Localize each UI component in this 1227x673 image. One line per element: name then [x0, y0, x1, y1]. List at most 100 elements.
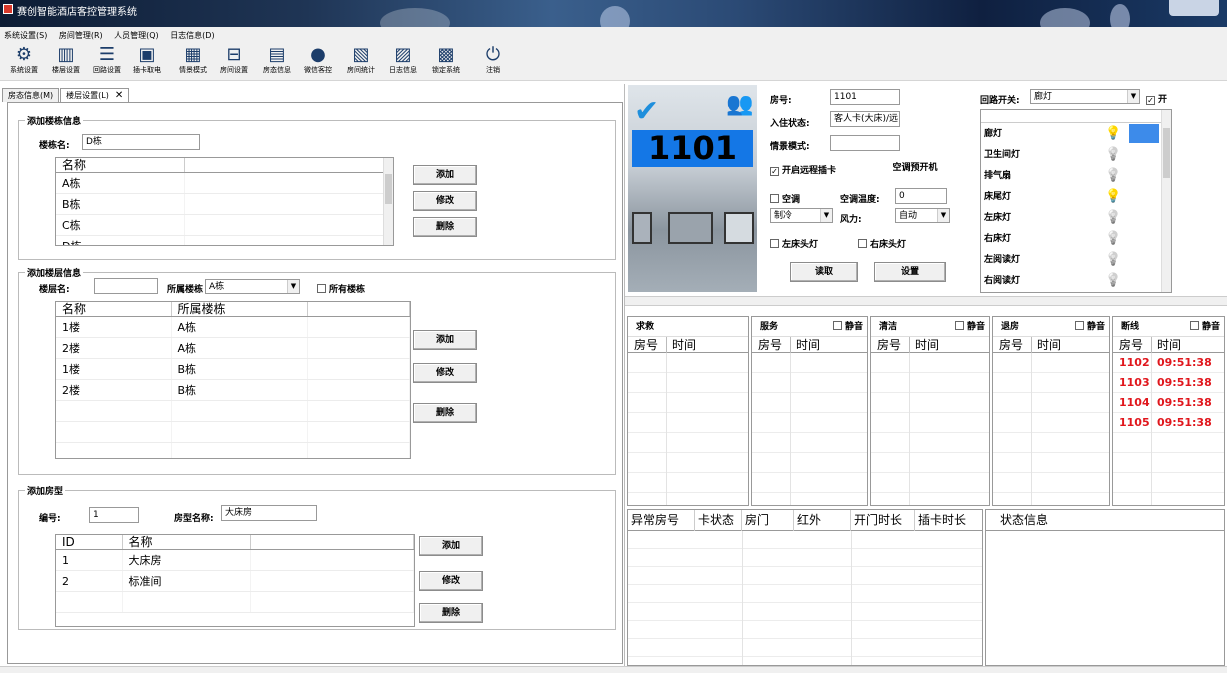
table-row[interactable]: 2楼 A栋 — [56, 337, 410, 359]
building-list-header-name[interactable]: 名称 — [56, 158, 185, 173]
chevron-down-icon[interactable]: ▼ — [820, 209, 832, 222]
time-column-header[interactable]: 时间 — [915, 337, 939, 353]
bulb-on-icon[interactable]: 💡 — [1105, 189, 1121, 205]
abnormal-room-header[interactable]: 异常房号 — [628, 510, 695, 531]
bulb-off-icon[interactable]: 💡 — [1105, 210, 1121, 226]
queue-row[interactable]: 1105 09:51:38 — [1113, 413, 1224, 433]
queue-row[interactable]: 1103 09:51:38 — [1113, 373, 1224, 393]
bulb-off-icon[interactable]: 💡 — [1105, 168, 1121, 184]
circuit-on-checkbox[interactable]: ✓ 开 — [1146, 92, 1167, 105]
room-type-delete-button[interactable]: 删除 — [419, 603, 483, 623]
circuit-row[interactable]: 卫生间灯 💡 — [981, 145, 1161, 165]
bulb-off-icon[interactable]: 💡 — [1105, 147, 1121, 163]
read-button[interactable]: 读取 — [790, 262, 858, 282]
right-bedlamp-checkbox[interactable]: 右床头灯 — [858, 237, 906, 250]
panel-splitter[interactable] — [625, 296, 1227, 306]
tab-floor-settings[interactable]: 楼层设置(L) ✕ — [60, 88, 130, 102]
building-list[interactable]: 名称 A栋 B栋 C栋 D栋 — [55, 157, 394, 246]
building-edit-button[interactable]: 修改 — [413, 191, 477, 211]
queue-help-panel[interactable]: 求救 房号 时间 — [627, 316, 749, 506]
toolbar-lock-system-button[interactable]: ▩ 锁定系统 — [425, 45, 467, 79]
floor-add-button[interactable]: 添加 — [413, 330, 477, 350]
menu-system-settings[interactable]: 系统设置(S) — [0, 27, 51, 41]
room-column-header[interactable]: 房号 — [634, 337, 658, 353]
floor-name-input[interactable] — [94, 278, 158, 294]
tab-room-status[interactable]: 房态信息(M) — [2, 88, 60, 102]
bulb-off-icon[interactable]: 💡 — [1105, 273, 1121, 289]
remote-card-checkbox[interactable]: ✓ 开启远程插卡 — [770, 163, 836, 176]
close-icon[interactable]: ✕ — [115, 90, 123, 101]
room-type-edit-button[interactable]: 修改 — [419, 571, 483, 591]
floor-delete-button[interactable]: 删除 — [413, 403, 477, 423]
room-column-header[interactable]: 房号 — [877, 337, 901, 353]
ac-checkbox[interactable]: 空调 — [770, 192, 800, 205]
circuit-list[interactable]: 廊灯 💡 卫生间灯 💡 排气扇 💡 床尾灯 💡 左床灯 💡 右床灯 💡 左阅读灯 💡 右阅读灯 💡 — [980, 109, 1172, 293]
room-type-header-name[interactable]: 名称 — [122, 535, 251, 550]
menu-room-management[interactable]: 房间管理(R) — [55, 27, 107, 41]
room-column-header[interactable]: 房号 — [999, 337, 1023, 353]
toolbar-card-power-button[interactable]: ▣ 插卡取电 — [126, 45, 168, 79]
room-type-id-input[interactable]: 1 — [89, 507, 139, 523]
time-column-header[interactable]: 时间 — [1037, 337, 1061, 353]
checkbox-box[interactable] — [858, 239, 867, 248]
checkbox-box[interactable] — [770, 194, 779, 203]
card-insert-duration-header[interactable]: 插卡时长 — [915, 510, 982, 531]
room-column-header[interactable]: 房号 — [758, 337, 782, 353]
checkbox-box[interactable]: ✓ — [1146, 96, 1155, 105]
checkbox-box[interactable] — [317, 284, 326, 293]
mute-checkbox[interactable]: 静音 — [1189, 317, 1220, 337]
toolbar-scene-mode-button[interactable]: ▦ 情景模式 — [172, 45, 214, 79]
mute-checkbox[interactable]: 静音 — [1074, 317, 1105, 337]
floor-list[interactable]: 名称 所属楼栋 1楼 A栋 2楼 A栋 1楼 B栋 2楼 B栋 — [55, 301, 411, 459]
toolbar-floor-settings-button[interactable]: ▥ 楼层设置 — [45, 45, 87, 79]
building-list-scrollbar[interactable] — [383, 158, 393, 245]
circuit-row[interactable]: 右阅读灯 💡 — [981, 271, 1161, 291]
infrared-header[interactable]: 红外 — [794, 510, 851, 531]
menu-staff-management[interactable]: 人员管理(Q) — [110, 27, 163, 41]
room-type-list[interactable]: ID 名称 1 大床房 2 标准间 — [55, 534, 415, 627]
toolbar-logout-button[interactable]: ⏻ 注销 — [472, 45, 514, 79]
scrollbar-thumb[interactable] — [385, 174, 392, 204]
bulb-off-icon[interactable]: 💡 — [1105, 252, 1121, 268]
checkbox-box[interactable] — [770, 239, 779, 248]
room-column-header[interactable]: 房号 — [1119, 337, 1143, 353]
circuit-row[interactable]: 右床灯 💡 — [981, 229, 1161, 249]
time-column-header[interactable]: 时间 — [672, 337, 696, 353]
bulb-off-icon[interactable]: 💡 — [1105, 231, 1121, 247]
circuit-row[interactable]: 左床灯 💡 — [981, 208, 1161, 228]
table-row[interactable]: C栋 — [56, 214, 393, 236]
table-row[interactable] — [56, 442, 410, 458]
abnormal-room-table[interactable]: 异常房号 卡状态 房门 红外 开门时长 插卡时长 — [627, 509, 983, 666]
table-row[interactable]: D栋 — [56, 235, 393, 245]
checkbox-box[interactable] — [1189, 321, 1199, 330]
table-row[interactable] — [56, 591, 414, 613]
table-row[interactable]: A栋 — [56, 172, 393, 194]
room-type-add-button[interactable]: 添加 — [419, 536, 483, 556]
ac-temp-input[interactable]: 0 — [895, 188, 947, 204]
door-header[interactable]: 房门 — [742, 510, 794, 531]
circuit-list-scrollbar[interactable] — [1161, 110, 1171, 292]
floor-building-select[interactable]: A栋 ▼ — [205, 279, 300, 294]
toolbar-wechat-control-button[interactable]: ● 微信客控 — [297, 45, 339, 79]
toolbar-log-info-button[interactable]: ▨ 日志信息 — [382, 45, 424, 79]
checkbox-box[interactable] — [832, 321, 842, 330]
queue-row[interactable]: 1104 09:51:38 — [1113, 393, 1224, 413]
table-row[interactable]: 1楼 B栋 — [56, 358, 410, 380]
scrollbar-thumb[interactable] — [1163, 128, 1170, 178]
room-type-header-id[interactable]: ID — [56, 535, 123, 550]
floor-list-header-name[interactable]: 名称 — [56, 302, 172, 317]
queue-row[interactable]: 1102 09:51:38 — [1113, 353, 1224, 373]
chevron-down-icon[interactable]: ▼ — [1127, 90, 1139, 103]
set-button[interactable]: 设置 — [874, 262, 946, 282]
building-delete-button[interactable]: 删除 — [413, 217, 477, 237]
toolbar-room-settings-button[interactable]: ⊟ 房间设置 — [213, 45, 255, 79]
floor-list-header-building[interactable]: 所属楼栋 — [171, 302, 308, 317]
table-row[interactable]: 1 大床房 — [56, 549, 414, 571]
table-row[interactable]: 2楼 B栋 — [56, 379, 410, 401]
ac-preopen-button[interactable]: 空调预开机 — [875, 159, 955, 179]
mute-checkbox[interactable]: 静音 — [832, 317, 863, 337]
time-column-header[interactable]: 时间 — [1157, 337, 1181, 353]
building-name-input[interactable]: D栋 — [82, 134, 200, 150]
room-type-name-input[interactable]: 大床房 — [221, 505, 317, 521]
fan-speed-select[interactable]: 自动 ▼ — [895, 208, 950, 223]
